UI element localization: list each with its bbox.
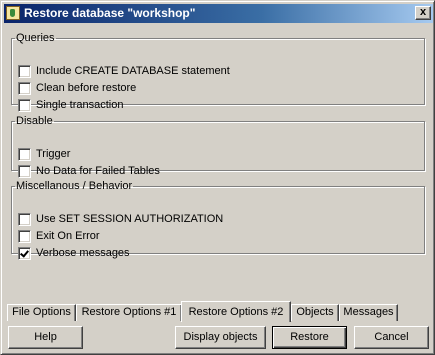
cancel-button[interactable]: Cancel <box>354 326 429 349</box>
checkbox-label: Exit On Error <box>36 230 100 242</box>
disable-group-label: Disable <box>16 115 53 127</box>
checkbox-label: Single transaction <box>36 99 124 111</box>
tab-restore-options-2[interactable]: Restore Options #2 <box>181 301 291 322</box>
restore-button[interactable]: Restore <box>272 326 347 349</box>
restore-options-2-panel: Queries Include CREATE DATABASE statemen… <box>8 27 429 298</box>
no-data-failed-tables-checkbox[interactable]: No Data for Failed Tables <box>18 164 160 178</box>
trigger-checkbox[interactable]: Trigger <box>18 147 70 161</box>
queries-group: Queries Include CREATE DATABASE statemen… <box>11 32 425 112</box>
disable-group: Disable Trigger No Data for Failed Table… <box>11 115 425 178</box>
checkbox-box[interactable] <box>18 229 31 243</box>
queries-group-label: Queries <box>16 32 55 44</box>
checkbox-label: No Data for Failed Tables <box>36 165 160 177</box>
tab-messages[interactable]: Messages <box>339 304 398 321</box>
checkbox-box[interactable] <box>18 164 31 178</box>
checkbox-box[interactable] <box>18 98 31 112</box>
display-objects-button[interactable]: Display objects <box>175 326 266 349</box>
app-icon <box>6 6 20 20</box>
checkbox-box[interactable] <box>18 212 31 226</box>
tab-objects[interactable]: Objects <box>291 304 339 321</box>
tab-file-options[interactable]: File Options <box>7 304 76 321</box>
single-transaction-checkbox[interactable]: Single transaction <box>18 98 123 112</box>
include-create-database-checkbox[interactable]: Include CREATE DATABASE statement <box>18 64 230 78</box>
tab-strip: File Options Restore Options #1 Restore … <box>4 301 433 322</box>
checkbox-box[interactable] <box>18 81 31 95</box>
misc-behavior-group-label: Miscellanous / Behavior <box>16 180 133 192</box>
exit-on-error-checkbox[interactable]: Exit On Error <box>18 229 100 243</box>
close-button[interactable]: x <box>415 6 431 20</box>
checkbox-label: Use SET SESSION AUTHORIZATION <box>36 213 224 225</box>
tab-restore-options-1[interactable]: Restore Options #1 <box>76 304 182 321</box>
restore-dialog: Restore database "workshop" x Queries In… <box>0 0 435 355</box>
checkbox-label: Trigger <box>36 148 71 160</box>
use-set-session-authorization-checkbox[interactable]: Use SET SESSION AUTHORIZATION <box>18 212 223 226</box>
checkbox-label: Verbose messages <box>36 247 130 259</box>
checkbox-box[interactable] <box>18 147 31 161</box>
help-button[interactable]: Help <box>8 326 83 349</box>
checkbox-label: Clean before restore <box>36 82 137 94</box>
misc-behavior-group: Miscellanous / Behavior Use SET SESSION … <box>11 180 425 260</box>
checkbox-box[interactable] <box>18 64 31 78</box>
checkbox-label: Include CREATE DATABASE statement <box>36 65 230 77</box>
clean-before-restore-checkbox[interactable]: Clean before restore <box>18 81 136 95</box>
checkbox-box-checked[interactable] <box>18 246 31 260</box>
verbose-messages-checkbox[interactable]: Verbose messages <box>18 246 130 260</box>
window-title: Restore database "workshop" <box>24 6 196 20</box>
title-bar[interactable]: Restore database "workshop" x <box>4 4 433 23</box>
